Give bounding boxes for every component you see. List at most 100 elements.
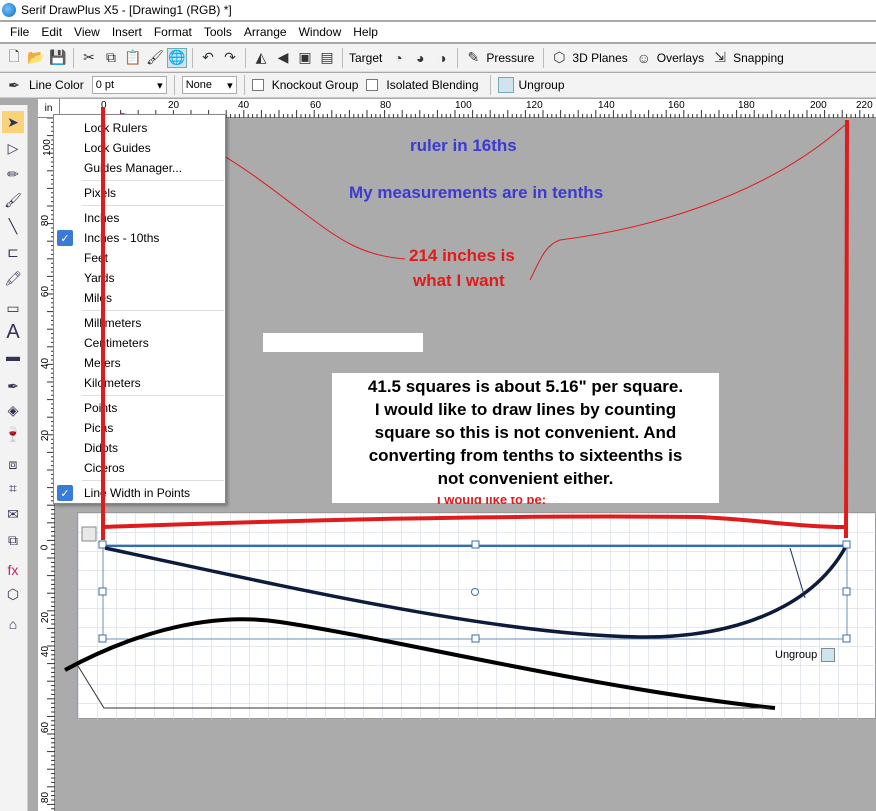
snapping-button[interactable]: Snapping xyxy=(733,51,784,65)
3d-planes-icon[interactable]: ⬡ xyxy=(549,48,569,68)
line-color-icon[interactable]: ✒ xyxy=(4,75,24,95)
menu-tools[interactable]: Tools xyxy=(198,25,238,39)
arrange-back-icon[interactable]: ▤ xyxy=(317,48,337,68)
menu-format[interactable]: Format xyxy=(148,25,198,39)
menu-item-label: Guides Manager... xyxy=(84,161,183,175)
fill-bucket-icon[interactable]: ◈ xyxy=(2,399,24,421)
blend-tool-icon[interactable]: ⧉ xyxy=(2,529,24,551)
drawing-page[interactable] xyxy=(77,512,876,720)
line-tool-icon[interactable]: ╲ xyxy=(2,215,24,237)
3d-cube-icon[interactable]: ⬡ xyxy=(2,583,24,605)
menu-item-miles[interactable]: Miles xyxy=(54,288,227,308)
ungroup-tooltip[interactable]: Ungroup xyxy=(775,648,836,662)
menu-item-line-width-points[interactable]: ✓ Line Width in Points xyxy=(54,483,227,503)
menu-item-millimeters[interactable]: Millimeters xyxy=(54,313,227,333)
isolated-blending-checkbox[interactable] xyxy=(366,79,379,91)
menu-item-ciceros[interactable]: Ciceros xyxy=(54,458,227,478)
pressure-button[interactable]: Pressure xyxy=(486,51,534,65)
3d-planes-button[interactable]: 3D Planes xyxy=(572,51,627,65)
fill-tool-icon[interactable]: 🖍 xyxy=(2,267,24,289)
menu-item-label: Yards xyxy=(84,271,115,285)
rectangle-tool-icon[interactable]: ▭ xyxy=(2,297,24,319)
annotation-note-box: 41.5 squares is about 5.16" per square. … xyxy=(332,373,719,503)
v-tick-label: 80 xyxy=(40,791,52,804)
menu-item-inches-10ths[interactable]: ✓ Inches - 10ths xyxy=(54,228,227,248)
pressure-icon[interactable]: ✎ xyxy=(463,48,483,68)
separator xyxy=(457,47,459,68)
menu-item-lock-rulers[interactable]: Lock Rulers xyxy=(54,118,227,138)
isolated-blending-label: Isolated Blending xyxy=(386,78,479,92)
line-style-combo[interactable]: None ▾ xyxy=(181,76,237,94)
menu-file[interactable]: File xyxy=(4,25,35,39)
menu-item-label: Centimeters xyxy=(84,336,149,350)
menu-arrange[interactable]: Arrange xyxy=(238,25,293,39)
menu-item-label: Inches xyxy=(84,211,120,225)
chevron-down-icon: ▾ xyxy=(227,79,233,92)
menu-item-meters[interactable]: Meters xyxy=(54,353,227,373)
h-tick-label: 160 xyxy=(668,100,685,111)
shape-builder-intersect-icon[interactable]: ◑ xyxy=(432,48,452,68)
copy-icon[interactable]: ⧉ xyxy=(101,48,121,68)
envelope-tool-icon[interactable]: ✉ xyxy=(2,503,24,525)
menu-item-feet[interactable]: Feet xyxy=(54,248,227,268)
menu-item-yards[interactable]: Yards xyxy=(54,268,227,288)
crop-tool-icon[interactable]: ⌗ xyxy=(2,477,24,499)
cut-icon[interactable]: ✂ xyxy=(79,48,99,68)
menu-edit[interactable]: Edit xyxy=(35,25,68,39)
menu-item-inches[interactable]: Inches xyxy=(54,208,227,228)
overlays-icon[interactable]: ☺ xyxy=(634,48,654,68)
separator xyxy=(192,47,193,68)
shape-builder-add-icon[interactable]: ◔ xyxy=(388,48,408,68)
text-tool-icon[interactable]: A xyxy=(2,321,24,343)
pencil-tool-icon[interactable]: ✏ xyxy=(2,163,24,185)
menu-item-kilometers[interactable]: Kilometers xyxy=(54,373,227,393)
menu-window[interactable]: Window xyxy=(293,25,348,39)
save-icon[interactable]: 💾 xyxy=(48,48,68,68)
node-tool-icon[interactable]: ▷ xyxy=(2,137,24,159)
overlays-button[interactable]: Overlays xyxy=(657,51,704,65)
snapping-icon[interactable]: ⇲ xyxy=(710,48,730,68)
new-document-icon[interactable]: 🗋 xyxy=(4,48,24,68)
menu-item-didots[interactable]: Didots xyxy=(54,438,227,458)
arrange-front-icon[interactable]: ▣ xyxy=(295,48,315,68)
menu-item-centimeters[interactable]: Centimeters xyxy=(54,333,227,353)
target-label[interactable]: Target xyxy=(349,51,382,65)
menu-item-pixels[interactable]: Pixels xyxy=(54,183,227,203)
transparency-tool-icon[interactable]: 🍷 xyxy=(2,423,24,445)
color-picker-icon[interactable]: ✒ xyxy=(2,375,24,397)
menu-item-guides-manager[interactable]: Guides Manager... xyxy=(54,158,227,178)
ungroup-icon[interactable] xyxy=(497,77,514,93)
pointer-tool-icon[interactable]: ➤ xyxy=(2,111,24,133)
mesh-tool-icon[interactable]: ⌂ xyxy=(2,613,24,635)
menu-help[interactable]: Help xyxy=(347,25,384,39)
ungroup-button[interactable]: Ungroup xyxy=(519,78,565,92)
note-line: square so this is not convenient. And xyxy=(374,423,677,442)
knockout-group-checkbox[interactable] xyxy=(251,79,264,91)
web-icon[interactable]: 🌐 xyxy=(167,47,187,68)
picture-tool-icon[interactable]: ▬ xyxy=(2,345,24,367)
paste-icon[interactable]: 📋 xyxy=(123,48,143,68)
zoom-tool-icon[interactable]: ⧈ xyxy=(2,453,24,475)
menu-item-picas[interactable]: Picas xyxy=(54,418,227,438)
menu-insert[interactable]: Insert xyxy=(106,25,148,39)
line-width-combo[interactable]: 0 pt ▾ xyxy=(91,76,167,94)
format-painter-icon[interactable]: 🖌 xyxy=(145,48,165,68)
flip-vertical-icon[interactable]: ◀ xyxy=(273,48,293,68)
v-tick-label: 20 xyxy=(40,611,52,624)
line-color-label[interactable]: Line Color xyxy=(29,78,84,92)
menu-item-points[interactable]: Points xyxy=(54,398,227,418)
redo-icon[interactable]: ↷ xyxy=(220,48,240,68)
undo-icon[interactable]: ↶ xyxy=(198,48,218,68)
connector-tool-icon[interactable]: ⊏ xyxy=(2,241,24,263)
v-tick-label: 40 xyxy=(40,357,52,370)
brush-tool-icon[interactable]: 🖌 xyxy=(2,189,24,211)
v-tick-label: 0 xyxy=(39,544,51,551)
flip-horizontal-icon[interactable]: ◭ xyxy=(251,48,271,68)
note-line: converting from tenths to sixteenths is xyxy=(368,446,683,465)
menu-item-lock-guides[interactable]: Lock Guides xyxy=(54,138,227,158)
separator xyxy=(489,75,491,95)
effects-fx-icon[interactable]: fx xyxy=(2,559,24,581)
menu-view[interactable]: View xyxy=(68,25,106,39)
open-folder-icon[interactable]: 📂 xyxy=(26,48,46,68)
shape-builder-subtract-icon[interactable]: ◕ xyxy=(410,48,430,68)
